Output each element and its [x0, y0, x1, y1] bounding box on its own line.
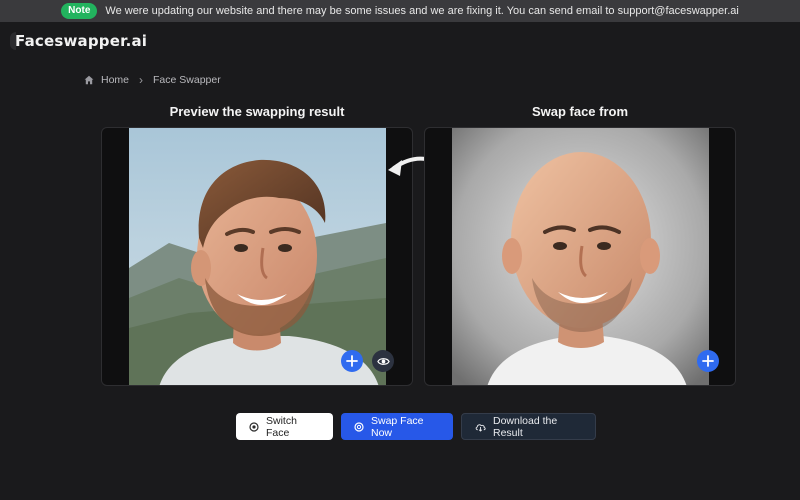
eye-icon [376, 357, 390, 365]
swap-icon [354, 421, 364, 432]
cloud-download-icon [475, 423, 486, 432]
source-panel [424, 127, 736, 386]
switch-face-label: Switch Face [266, 414, 297, 439]
chevron-right-icon: › [139, 73, 144, 87]
home-icon[interactable] [84, 75, 94, 85]
logo-text: Faceswapper.ai [15, 32, 148, 50]
plus-icon [702, 355, 714, 367]
note-badge: Note [61, 3, 98, 19]
breadcrumb-home[interactable]: Home [101, 74, 129, 86]
add-result-button[interactable] [341, 350, 363, 372]
site-logo[interactable]: Faceswapper.ai [10, 30, 147, 52]
preview-title: Preview the swapping result [169, 104, 345, 119]
source-title: Swap face from [531, 104, 629, 119]
swap-face-now-label: Swap Face Now [371, 414, 424, 439]
switch-face-button[interactable]: Switch Face [236, 413, 333, 440]
preview-panel [101, 127, 413, 386]
source-image [452, 128, 709, 385]
preview-eye-button[interactable] [372, 350, 394, 372]
download-result-button[interactable]: Download the Result [461, 413, 596, 440]
result-image [129, 128, 386, 385]
add-source-button[interactable] [697, 350, 719, 372]
action-buttons: Switch Face Swap Face Now Download the R… [236, 413, 596, 440]
swap-face-now-button[interactable]: Swap Face Now [341, 413, 453, 440]
plus-icon [346, 355, 358, 367]
notice-message: We were updating our website and there m… [105, 5, 739, 17]
breadcrumb: Home › Face Swapper [84, 73, 221, 87]
notice-bar: Note We were updating our website and th… [0, 0, 800, 22]
breadcrumb-current: Face Swapper [153, 74, 221, 86]
switch-icon [249, 421, 259, 432]
download-result-label: Download the Result [493, 414, 558, 439]
